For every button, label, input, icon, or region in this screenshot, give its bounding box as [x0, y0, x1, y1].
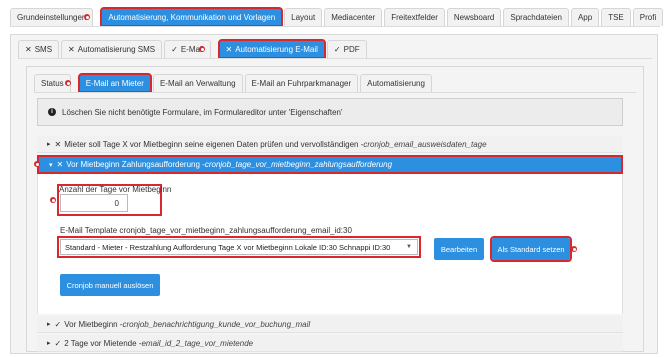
template-label: E-Mail Template cronjob_tage_vor_mietbeg… — [60, 226, 352, 235]
accordion-code: email_id_2_tage_vor_mietende — [141, 338, 254, 348]
accordion-title: Mieter soll Tage X vor Mietbeginn seine … — [64, 139, 364, 149]
tab-label: Automatisierung SMS — [77, 45, 156, 54]
tab-email-an-fuhrparkmanager[interactable]: E-Mail an Fuhrparkmanager — [244, 74, 359, 92]
chevron-right-icon: ▸ — [47, 321, 51, 328]
info-text: Löschen Sie nicht benötigte Formulare, i… — [62, 107, 343, 117]
accordion-title: Vor Mietbeginn - — [64, 319, 123, 329]
marker-badge-4 — [34, 161, 40, 167]
set-default-button[interactable]: Als Standard setzen — [490, 236, 572, 262]
tab-grundeinstellungen[interactable]: Grundeinstellungen — [10, 8, 94, 26]
status-mark: ✓ — [333, 45, 341, 54]
tab-profi[interactable]: Profi — [632, 8, 664, 26]
tab-layout[interactable]: Layout — [284, 8, 323, 26]
chevron-right-icon: ▸ — [47, 340, 51, 347]
tab-label: E-Mail an Verwaltung — [159, 79, 236, 88]
status-mark: ✕ — [225, 45, 233, 54]
tab-label: Status — [41, 79, 64, 88]
tab-email-an-mieter[interactable]: E-Mail an Mieter — [77, 73, 152, 93]
tab-automatisierung[interactable]: Automatisierung, Kommunikation und Vorla… — [100, 7, 284, 27]
status-mark: ✓ — [54, 338, 62, 348]
top-tabbar-divider — [10, 26, 660, 27]
tab-automatisierung-inner[interactable]: Automatisierung — [360, 74, 432, 92]
tab-label: Mediacenter — [331, 13, 376, 22]
marker-badge-3 — [65, 80, 71, 86]
info-icon: i — [48, 108, 56, 116]
tab-label: Automatisierung, Kommunikation und Vorla… — [108, 13, 276, 22]
tab-label: App — [577, 13, 593, 22]
accordion-row-vor-mietbeginn[interactable]: ▸ ✓ Vor Mietbeginn - cronjob_benachricht… — [37, 316, 623, 333]
tab-automatisierung-sms[interactable]: ✕ Automatisierung SMS — [61, 40, 163, 58]
tab-label: Profi — [639, 13, 657, 22]
tab-freitextfelder[interactable]: Freitextfelder — [384, 8, 445, 26]
tab-label: Newsboard — [453, 13, 495, 22]
status-mark: ✕ — [25, 45, 32, 54]
template-selected-value: Standard - Mieter - Restzahlung Aufforde… — [65, 242, 391, 252]
tab-email-an-verwaltung[interactable]: E-Mail an Verwaltung — [152, 74, 243, 92]
tab-mediacenter[interactable]: Mediacenter — [324, 8, 383, 26]
status-mark: ✕ — [56, 160, 64, 169]
third-tabbar: Status E-Mail an Mieter E-Mail an Verwal… — [34, 73, 434, 93]
tab-automatisierung-email[interactable]: ✕ Automatisierung E-Mail — [217, 39, 326, 59]
tab-tse[interactable]: TSE — [601, 8, 631, 26]
accordion-title: Vor Mietbeginn Zahlungsaufforderung - — [66, 160, 205, 169]
status-mark: ✓ — [54, 319, 62, 329]
third-tabbar-divider — [34, 92, 636, 93]
accordion-row-zahlungsaufforderung[interactable]: ▾ ✕ Vor Mietbeginn Zahlungsaufforderung … — [37, 155, 623, 174]
accordion-row-mietende[interactable]: ▸ ✓ 2 Tage vor Mietende - email_id_2_tag… — [37, 335, 623, 352]
second-tabbar: ✕ SMS ✕ Automatisierung SMS ✓ E-Mail ✕ Autom… — [18, 39, 369, 59]
tab-app[interactable]: App — [570, 8, 600, 26]
status-mark: ✕ — [54, 139, 62, 149]
template-select[interactable]: Standard - Mieter - Restzahlung Aufforde… — [60, 239, 418, 255]
marker-badge-5 — [50, 197, 56, 203]
edit-button[interactable]: Bearbeiten — [434, 238, 484, 260]
caret-down-icon: ▼ — [406, 244, 412, 250]
tab-newsboard[interactable]: Newsboard — [446, 8, 502, 26]
tab-label: E-Mail an Mieter — [85, 79, 144, 88]
tab-label: TSE — [608, 13, 624, 22]
tab-sprachdateien[interactable]: Sprachdateien — [503, 8, 569, 26]
set-default-button-label: Als Standard setzen — [497, 244, 565, 254]
tab-pdf[interactable]: ✓ PDF — [326, 40, 367, 58]
status-mark: ✕ — [68, 45, 75, 54]
trigger-cronjob-button[interactable]: Cronjob manuell auslösen — [60, 274, 160, 296]
accordion-code: cronjob_tage_vor_mietbeginn_zahlungsauff… — [204, 160, 393, 169]
info-box: i Löschen Sie nicht benötigte Formulare,… — [37, 98, 623, 126]
tab-label: Sprachdateien — [510, 13, 562, 22]
tab-sms[interactable]: ✕ SMS — [18, 40, 60, 58]
accordion-code: cronjob_email_ausweisdaten_tage — [363, 139, 487, 149]
tab-label: SMS — [34, 45, 53, 54]
chevron-right-icon: ▸ — [47, 141, 51, 148]
tab-label: Grundeinstellungen — [17, 13, 87, 22]
second-tabbar-divider — [18, 58, 652, 59]
tab-label: Freitextfelder — [391, 13, 438, 22]
accordion-code: cronjob_benachrichtigung_kunde_vor_buchu… — [122, 319, 311, 329]
status-mark: ✓ — [171, 45, 178, 54]
tab-label: Automatisierung — [367, 79, 425, 88]
accordion-title: 2 Tage vor Mietende - — [64, 338, 142, 348]
tab-label: Layout — [291, 13, 316, 22]
days-label: Anzahl der Tage vor Mietbeginn — [59, 185, 172, 194]
accordion-row-ausweisdaten[interactable]: ▸ ✕ Mieter soll Tage X vor Mietbeginn se… — [37, 136, 623, 153]
top-tabbar: Grundeinstellungen Automatisierung, Komm… — [10, 7, 665, 27]
marker-badge-6 — [571, 246, 577, 252]
marker-badge-1 — [84, 14, 90, 20]
marker-badge-2 — [199, 46, 205, 52]
tab-label: E-Mail an Fuhrparkmanager — [251, 79, 352, 88]
trigger-cronjob-button-label: Cronjob manuell auslösen — [66, 280, 154, 290]
edit-button-label: Bearbeiten — [440, 244, 478, 254]
tab-label: Automatisierung E-Mail — [235, 45, 318, 54]
chevron-down-icon: ▾ — [49, 161, 53, 169]
days-input[interactable] — [60, 194, 128, 212]
tab-label: PDF — [343, 45, 360, 54]
